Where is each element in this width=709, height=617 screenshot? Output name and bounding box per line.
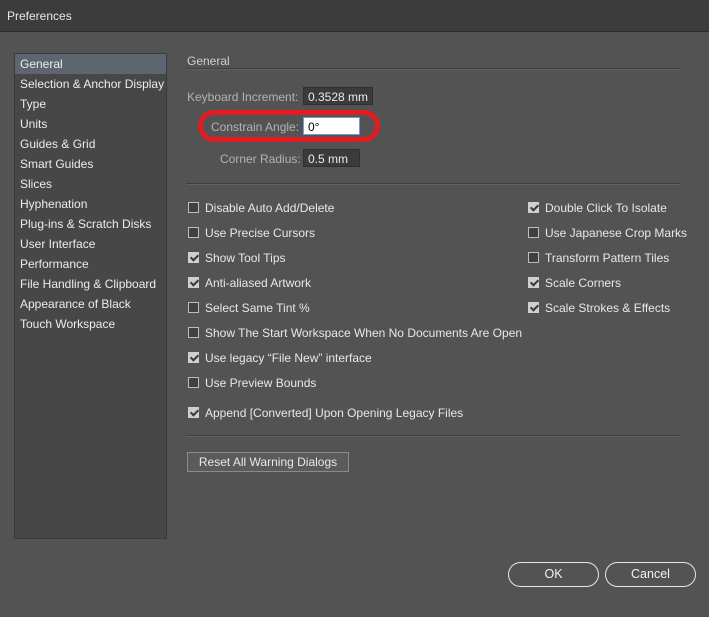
checkbox-box[interactable] [188,352,199,363]
sidebar-item-guides-grid[interactable]: Guides & Grid [15,134,166,154]
corner-radius-field[interactable]: 0.5 mm [303,149,360,167]
sidebar-item-user-interface[interactable]: User Interface [15,234,166,254]
checkbox-box[interactable] [188,227,199,238]
keyboard-increment-field[interactable]: 0.3528 mm [303,87,373,105]
checkbox-label: Select Same Tint % [205,301,310,315]
checkbox-label: Use legacy “File New” interface [205,351,372,365]
sidebar-item-plugins-scratch-disks[interactable]: Plug-ins & Scratch Disks [15,214,166,234]
keyboard-increment-label: Keyboard Increment: [187,90,299,104]
section-title: General [187,54,230,68]
checkbox-box[interactable] [528,277,539,288]
checkbox-box[interactable] [188,277,199,288]
checkbox-label: Double Click To Isolate [545,201,667,215]
checkbox-label: Scale Corners [545,276,622,290]
checkbox-box[interactable] [188,302,199,313]
sidebar-item-touch-workspace[interactable]: Touch Workspace [15,314,166,334]
sidebar-item-performance[interactable]: Performance [15,254,166,274]
checkbox-box[interactable] [528,227,539,238]
sidebar-item-selection-anchor-display[interactable]: Selection & Anchor Display [15,74,166,94]
checkbox-box[interactable] [188,377,199,388]
sidebar-item-appearance-of-black[interactable]: Appearance of Black [15,294,166,314]
annotation-circle [198,110,380,142]
sidebar-item-hyphenation[interactable]: Hyphenation [15,194,166,214]
corner-radius-label: Corner Radius: [220,152,301,166]
cancel-button[interactable]: Cancel [605,562,696,587]
checkbox-label: Append [Converted] Upon Opening Legacy F… [205,406,464,420]
sidebar: General Selection & Anchor Display Type … [14,53,167,539]
sidebar-item-type[interactable]: Type [15,94,166,114]
divider [186,183,680,185]
general-panel: General Keyboard Increment: 0.3528 mm Co… [186,0,687,617]
checkbox-label: Use Japanese Crop Marks [545,226,688,240]
sidebar-item-units[interactable]: Units [15,114,166,134]
sidebar-item-slices[interactable]: Slices [15,174,166,194]
reset-warning-dialogs-button[interactable]: Reset All Warning Dialogs [187,452,349,472]
divider [186,435,680,437]
checkbox-label: Show Tool Tips [205,251,286,265]
checkbox-label: Scale Strokes & Effects [545,301,671,315]
keyboard-increment-row: Keyboard Increment: 0.3528 mm [186,87,376,107]
divider [186,68,680,70]
checkbox-label: Anti-aliased Artwork [205,276,312,290]
window-title: Preferences [7,9,72,23]
checkbox-box[interactable] [188,407,199,418]
checkbox-label: Disable Auto Add/Delete [205,201,335,215]
checkbox-label: Show The Start Workspace When No Documen… [205,326,523,340]
sidebar-item-general[interactable]: General [15,54,166,74]
checkbox-box[interactable] [188,252,199,263]
checkbox-box[interactable] [188,202,199,213]
ok-button[interactable]: OK [508,562,599,587]
checkbox-label: Use Precise Cursors [205,226,316,240]
checkbox-box[interactable] [528,252,539,263]
checkbox-box[interactable] [528,302,539,313]
sidebar-item-file-handling-clipboard[interactable]: File Handling & Clipboard [15,274,166,294]
checkbox-box[interactable] [188,327,199,338]
corner-radius-row: Corner Radius: 0.5 mm [186,149,376,169]
sidebar-item-smart-guides[interactable]: Smart Guides [15,154,166,174]
checkbox-label: Use Preview Bounds [205,376,317,390]
checkbox-label: Transform Pattern Tiles [545,251,670,265]
checkbox-box[interactable] [528,202,539,213]
